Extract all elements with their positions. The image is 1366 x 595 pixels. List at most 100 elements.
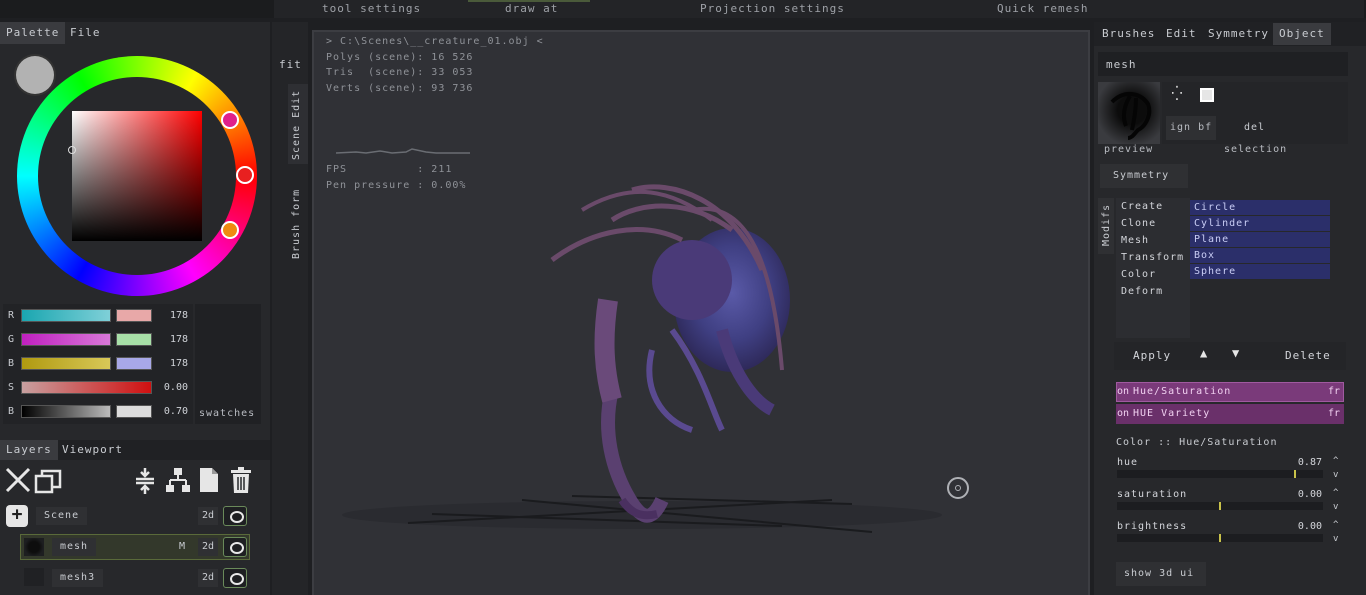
channel-bar-s[interactable]: [21, 381, 152, 394]
projection-settings-menu[interactable]: Projection settings: [700, 2, 845, 15]
object-name: mesh: [1106, 58, 1137, 71]
tab-viewport[interactable]: Viewport: [56, 440, 129, 460]
modifier-deform[interactable]: Deform: [1121, 286, 1163, 297]
tab-brushes[interactable]: Brushes: [1096, 23, 1161, 45]
modifier-create[interactable]: Create: [1121, 201, 1163, 212]
stack-on-toggle[interactable]: on: [1117, 386, 1129, 397]
section-title: Color :: Hue/Saturation: [1116, 437, 1278, 448]
tab-file[interactable]: File: [64, 22, 107, 44]
layer-2d-tag[interactable]: 2d: [198, 507, 219, 525]
layer-mask-flag[interactable]: M: [179, 541, 185, 552]
hue-handle-3[interactable]: [221, 221, 239, 239]
polys-stat: Polys (scene): 16 526: [326, 52, 474, 63]
saturation-slider[interactable]: [1117, 502, 1323, 510]
current-color-swatch: [16, 56, 54, 94]
primitive-plane[interactable]: Plane: [1190, 232, 1330, 247]
del-button[interactable]: del: [1244, 122, 1265, 133]
channel-value-s[interactable]: 0.00: [158, 382, 188, 393]
ign-bf-button[interactable]: ign bf: [1166, 116, 1217, 140]
modifier-mesh[interactable]: Mesh: [1121, 235, 1149, 246]
layer-thumbnail: [24, 568, 44, 586]
hue-handle-1[interactable]: [221, 111, 239, 129]
visibility-eye-icon[interactable]: [223, 568, 247, 588]
channel-bar-r[interactable]: [21, 309, 111, 322]
modifier-transform[interactable]: Transform: [1121, 252, 1184, 263]
hue-slider[interactable]: [1117, 470, 1323, 478]
merge-layers-icon[interactable]: [134, 466, 156, 494]
channel-bar-brightness[interactable]: [21, 405, 111, 418]
brightness-value[interactable]: 0.00: [1270, 521, 1322, 532]
channel-chip-b: [116, 357, 152, 370]
tab-layers[interactable]: Layers: [0, 440, 58, 460]
channel-label-brightness: B: [8, 406, 15, 417]
primitive-cylinder[interactable]: Cylinder: [1190, 216, 1330, 231]
visibility-eye-icon[interactable]: [223, 537, 247, 557]
layer-row-mesh[interactable]: mesh M 2d: [0, 532, 268, 560]
tab-edit[interactable]: Edit: [1160, 23, 1203, 45]
preview-label: preview: [1104, 144, 1154, 155]
move-down-icon[interactable]: ▼: [1232, 346, 1239, 360]
move-up-icon[interactable]: ▲: [1200, 346, 1207, 360]
channel-value-brightness[interactable]: 0.70: [158, 406, 188, 417]
view-target-icon[interactable]: [947, 477, 969, 499]
layer-2d-tag[interactable]: 2d: [198, 569, 219, 587]
tab-symmetry[interactable]: Symmetry: [1202, 23, 1275, 45]
add-layer-icon[interactable]: +: [6, 505, 28, 527]
brightness-up-icon[interactable]: ^: [1333, 520, 1338, 530]
stack-on-toggle[interactable]: on: [1117, 408, 1129, 419]
quick-remesh-menu[interactable]: Quick remesh: [997, 2, 1088, 15]
primitive-box[interactable]: Box: [1190, 248, 1330, 263]
close-icon[interactable]: [4, 466, 32, 494]
preview-creature-silhouette: [1110, 92, 1152, 140]
hue-handle-2[interactable]: [236, 166, 254, 184]
layer-name: mesh: [52, 538, 97, 556]
channel-value-r[interactable]: 178: [158, 310, 188, 321]
saturation-down-icon[interactable]: v: [1333, 502, 1338, 512]
brightness-down-icon[interactable]: v: [1333, 534, 1338, 544]
delete-button[interactable]: Delete: [1285, 349, 1331, 362]
saturation-value[interactable]: 0.00: [1270, 489, 1322, 500]
channel-bar-g[interactable]: [21, 333, 111, 346]
hue-down-icon[interactable]: v: [1333, 470, 1338, 480]
saturation-label: saturation: [1117, 489, 1188, 500]
layer-name: Scene: [36, 507, 88, 525]
tab-object[interactable]: Object: [1273, 23, 1331, 45]
apply-button[interactable]: Apply: [1133, 349, 1171, 362]
sv-picker-handle[interactable]: [68, 146, 76, 154]
select-faces-icon[interactable]: [1200, 88, 1214, 102]
modifier-color[interactable]: Color: [1121, 269, 1156, 280]
new-layer-icon[interactable]: [198, 466, 220, 494]
hierarchy-icon[interactable]: [164, 466, 192, 494]
stack-fr-toggle[interactable]: fr: [1328, 408, 1340, 419]
modifier-clone[interactable]: Clone: [1121, 218, 1156, 229]
select-points-icon[interactable]: ⁛: [1168, 86, 1186, 104]
layer-2d-tag[interactable]: 2d: [198, 538, 219, 556]
channel-bar-b[interactable]: [21, 357, 111, 370]
channel-chip-g: [116, 333, 152, 346]
saturation-value-square[interactable]: [72, 111, 202, 241]
tool-settings-menu[interactable]: tool settings: [322, 2, 421, 15]
primitive-sphere[interactable]: Sphere: [1190, 264, 1330, 279]
duplicate-layer-icon[interactable]: [34, 467, 64, 495]
trash-icon[interactable]: [230, 466, 252, 494]
hue-up-icon[interactable]: ^: [1333, 456, 1338, 466]
brush-form-tab[interactable]: Brush form: [291, 189, 302, 259]
layer-row-scene[interactable]: + Scene 2d: [0, 502, 268, 530]
primitive-circle[interactable]: Circle: [1190, 200, 1330, 215]
channel-label-s: S: [8, 382, 15, 393]
hue-slider-knob[interactable]: [1294, 470, 1296, 478]
visibility-eye-icon[interactable]: [223, 506, 247, 526]
stack-fr-toggle[interactable]: fr: [1328, 386, 1340, 397]
channel-value-g[interactable]: 178: [158, 334, 188, 345]
saturation-slider-knob[interactable]: [1219, 502, 1221, 510]
brightness-slider[interactable]: [1117, 534, 1323, 542]
swatches-box[interactable]: [195, 304, 261, 424]
layer-row-mesh3[interactable]: mesh3 2d: [0, 564, 268, 592]
draw-at-menu[interactable]: draw at: [505, 2, 558, 15]
channel-value-b[interactable]: 178: [158, 358, 188, 369]
tab-palette[interactable]: Palette: [0, 22, 66, 44]
brightness-slider-knob[interactable]: [1219, 534, 1221, 542]
saturation-up-icon[interactable]: ^: [1333, 488, 1338, 498]
fit-button[interactable]: fit: [279, 58, 302, 71]
hue-value[interactable]: 0.87: [1270, 457, 1322, 468]
